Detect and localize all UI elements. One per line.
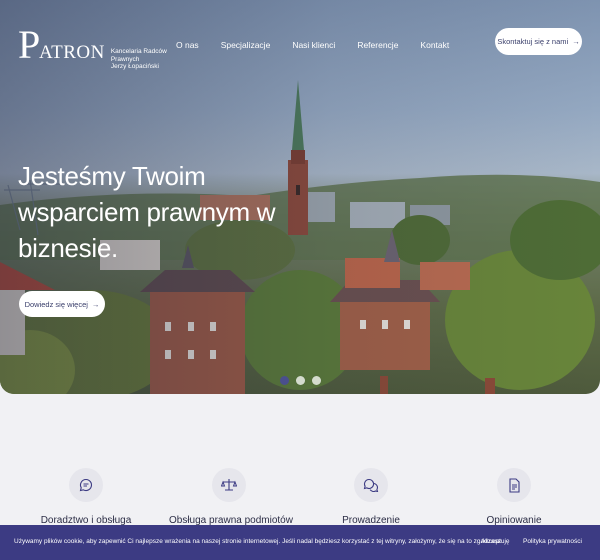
chat-icon <box>69 468 103 502</box>
logo-subtitle-line-2: Jerzy Łopaciński <box>110 63 159 70</box>
learn-more-button[interactable]: Dowiedz się więcej → <box>19 291 105 317</box>
arrow-right-icon: → <box>91 299 100 309</box>
logo-word: ATRON <box>39 42 105 63</box>
nav-item-o-nas[interactable]: O nas <box>176 40 199 50</box>
cookie-bar: Używamy plików cookie, aby zapewnić Ci n… <box>0 525 600 560</box>
slider-dots <box>280 376 321 385</box>
nav-item-referencje[interactable]: Referencje <box>357 40 398 50</box>
cookie-message: Używamy plików cookie, aby zapewnić Ci n… <box>14 538 503 545</box>
service-card-1[interactable]: Doradztwo i obsługa <box>26 468 146 526</box>
main-nav: O nas Specjalizacje Nasi klienci Referen… <box>176 40 449 50</box>
contact-button[interactable]: Skontaktuj się z nami → <box>495 28 582 55</box>
nav-item-specjalizacje[interactable]: Specjalizacje <box>221 40 271 50</box>
conversation-icon <box>354 468 388 502</box>
service-card-3[interactable]: Prowadzenie <box>311 468 431 526</box>
logo-subtitle: Kancelaria Radców Prawnych Jerzy Łopaciń… <box>111 48 193 71</box>
cookie-accept-button[interactable]: Akceptuję <box>481 538 510 545</box>
contact-button-label: Skontaktuj się z nami <box>497 37 569 46</box>
scales-icon <box>212 468 246 502</box>
logo-letter: P <box>18 22 40 67</box>
privacy-policy-link[interactable]: Polityka prywatności <box>523 538 582 545</box>
hero-title: Jesteśmy Twoim wsparciem prawnym w bizne… <box>18 161 276 263</box>
service-card-4[interactable]: Opiniowanie <box>454 468 574 526</box>
slider-dot-1[interactable] <box>280 376 289 385</box>
slider-dot-2[interactable] <box>296 376 305 385</box>
arrow-right-icon: → <box>572 37 580 46</box>
nav-item-nasi-klienci[interactable]: Nasi klienci <box>292 40 335 50</box>
document-icon <box>497 468 531 502</box>
logo-subtitle-line-1: Kancelaria Radców Prawnych <box>110 48 167 63</box>
hero-section: P ATRON Kancelaria Radców Prawnych Jerzy… <box>0 0 600 394</box>
logo[interactable]: P ATRON Kancelaria Radców Prawnych Jerzy… <box>18 22 193 71</box>
learn-more-label: Dowiedz się więcej <box>24 299 88 309</box>
service-card-2[interactable]: Obsługa prawna podmiotów <box>169 468 293 526</box>
slider-dot-3[interactable] <box>312 376 321 385</box>
nav-item-kontakt[interactable]: Kontakt <box>420 40 449 50</box>
